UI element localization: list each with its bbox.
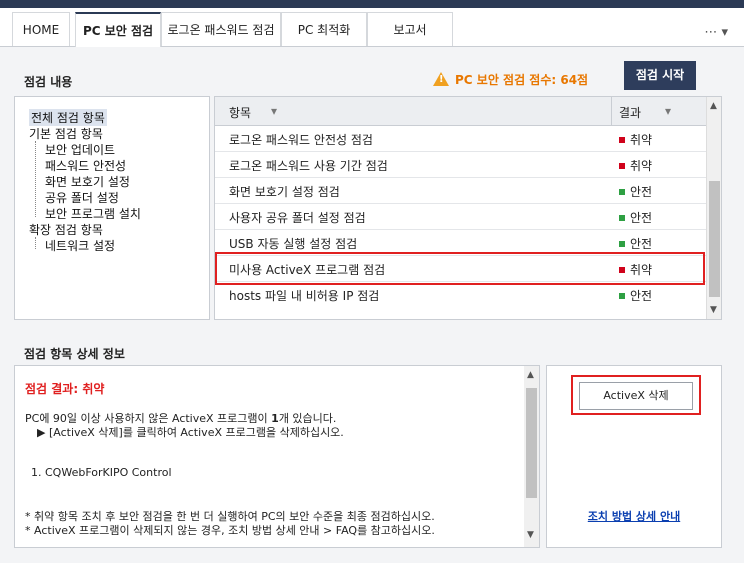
row-result: 취약 [619, 131, 652, 148]
status-good-icon [619, 293, 625, 299]
column-header-result[interactable]: 결과 [619, 104, 641, 121]
check-category-tree: 전체 점검 항목 기본 점검 항목 보안 업데이트 패스워드 안전성 화면 보호… [14, 96, 210, 320]
detail-line-2: ▶ [ActiveX 삭제]를 클릭하여 ActiveX 프로그램을 삭제하십시… [37, 426, 344, 439]
tree-item-screensaver[interactable]: 화면 보호기 설정 [45, 173, 130, 190]
status-good-icon [619, 189, 625, 195]
detail-note-2: * ActiveX 프로그램이 삭제되지 않는 경우, 조치 방법 상세 안내 … [25, 524, 435, 537]
row-name: 로그온 패스워드 사용 기간 점검 [229, 159, 388, 173]
more-menu-icon[interactable]: ⋯ ▾ [704, 25, 728, 40]
start-check-button[interactable]: 점검 시작 [624, 61, 696, 90]
tree-item-security-program[interactable]: 보안 프로그램 설치 [45, 205, 141, 222]
scroll-thumb[interactable] [709, 181, 720, 297]
sort-icon[interactable]: ▾ [665, 104, 671, 118]
scroll-up-icon[interactable]: ▲ [527, 370, 534, 380]
detail-section-title: 점검 항목 상세 정보 [24, 347, 125, 361]
scroll-thumb[interactable] [526, 388, 537, 498]
status-good-icon [619, 215, 625, 221]
scroll-up-icon[interactable]: ▲ [710, 101, 717, 111]
row-result: 안전 [619, 209, 652, 226]
status-bad-icon [619, 163, 625, 169]
row-result: 안전 [619, 183, 652, 200]
main-panel: 점검 내용 PC 보안 점검 점수: 64점 점검 시작 전체 점검 항목 기본… [0, 47, 744, 563]
tab-report[interactable]: 보고서 [367, 12, 453, 46]
tab-pc-optimize[interactable]: PC 최적화 [281, 12, 367, 46]
title-bar [0, 0, 744, 8]
check-result-grid: 항목 ▾ 결과 ▾ 로그온 패스워드 안전성 점검 취약 로그온 패스워드 사용 … [214, 96, 722, 320]
row-name: USB 자동 실행 설정 점검 [229, 237, 358, 251]
row-name: 로그온 패스워드 안전성 점검 [229, 133, 373, 147]
selected-row-highlight [215, 252, 705, 285]
tree-item-network[interactable]: 네트워크 설정 [45, 237, 115, 254]
scroll-down-icon[interactable]: ▼ [527, 530, 534, 540]
tree-item-password-safety[interactable]: 패스워드 안전성 [45, 157, 126, 174]
detail-program-item: 1. CQWebForKIPO Control [31, 466, 172, 479]
row-result: 안전 [619, 235, 652, 252]
detail-result: 점검 결과: 취약 [25, 382, 105, 396]
tab-logon-password-check[interactable]: 로그온 패스워드 점검 [161, 12, 281, 46]
table-row[interactable]: 화면 보호기 설정 점검 안전 [215, 178, 706, 204]
table-row[interactable]: 로그온 패스워드 안전성 점검 취약 [215, 126, 706, 152]
detail-text-panel: 점검 결과: 취약 PC에 90일 이상 사용하지 않은 ActiveX 프로그… [14, 365, 540, 548]
row-name: 사용자 공유 폴더 설정 점검 [229, 211, 366, 225]
scroll-down-icon[interactable]: ▼ [710, 305, 717, 315]
tab-home[interactable]: HOME [12, 12, 70, 46]
tab-pc-security-check[interactable]: PC 보안 점검 [75, 12, 161, 47]
column-header-item[interactable]: 항목 [229, 104, 251, 121]
row-result: 취약 [619, 157, 652, 174]
tree-connector [35, 237, 44, 249]
warning-icon [433, 72, 449, 86]
sort-icon[interactable]: ▾ [271, 104, 277, 118]
action-guide-link[interactable]: 조치 방법 상세 안내 [547, 508, 721, 524]
tree-item-extended[interactable]: 확장 점검 항목 [29, 221, 103, 238]
table-row[interactable]: 로그온 패스워드 사용 기간 점검 취약 [215, 152, 706, 178]
row-name: hosts 파일 내 비허용 IP 점검 [229, 289, 380, 303]
check-section-title: 점검 내용 [24, 75, 73, 89]
status-bad-icon [619, 137, 625, 143]
grid-scrollbar[interactable]: ▲ ▼ [706, 97, 721, 319]
tree-item-basic[interactable]: 기본 점검 항목 [29, 125, 103, 142]
tree-item-shared-folder[interactable]: 공유 폴더 설정 [45, 189, 119, 206]
tree-item-security-update[interactable]: 보안 업데이트 [45, 141, 115, 158]
row-name: 화면 보호기 설정 점검 [229, 185, 340, 199]
tab-bar: HOME PC 보안 점검 로그온 패스워드 점검 PC 최적화 보고서 ⋯ ▾ [0, 8, 744, 47]
table-row[interactable]: 사용자 공유 폴더 설정 점검 안전 [215, 204, 706, 230]
delete-button-highlight [571, 375, 701, 415]
status-good-icon [619, 241, 625, 247]
score-label: PC 보안 점검 점수: 64점 [455, 73, 589, 87]
grid-header: 항목 ▾ 결과 ▾ [215, 97, 706, 126]
tree-item-all[interactable]: 전체 점검 항목 [29, 109, 107, 126]
action-panel: ActiveX 삭제 조치 방법 상세 안내 [546, 365, 722, 548]
row-result: 안전 [619, 287, 652, 304]
security-score: PC 보안 점검 점수: 64점 [433, 71, 588, 88]
detail-scrollbar[interactable]: ▲ ▼ [524, 365, 540, 548]
table-row[interactable]: hosts 파일 내 비허용 IP 점검 안전 [215, 282, 706, 307]
tree-connector [35, 141, 44, 217]
